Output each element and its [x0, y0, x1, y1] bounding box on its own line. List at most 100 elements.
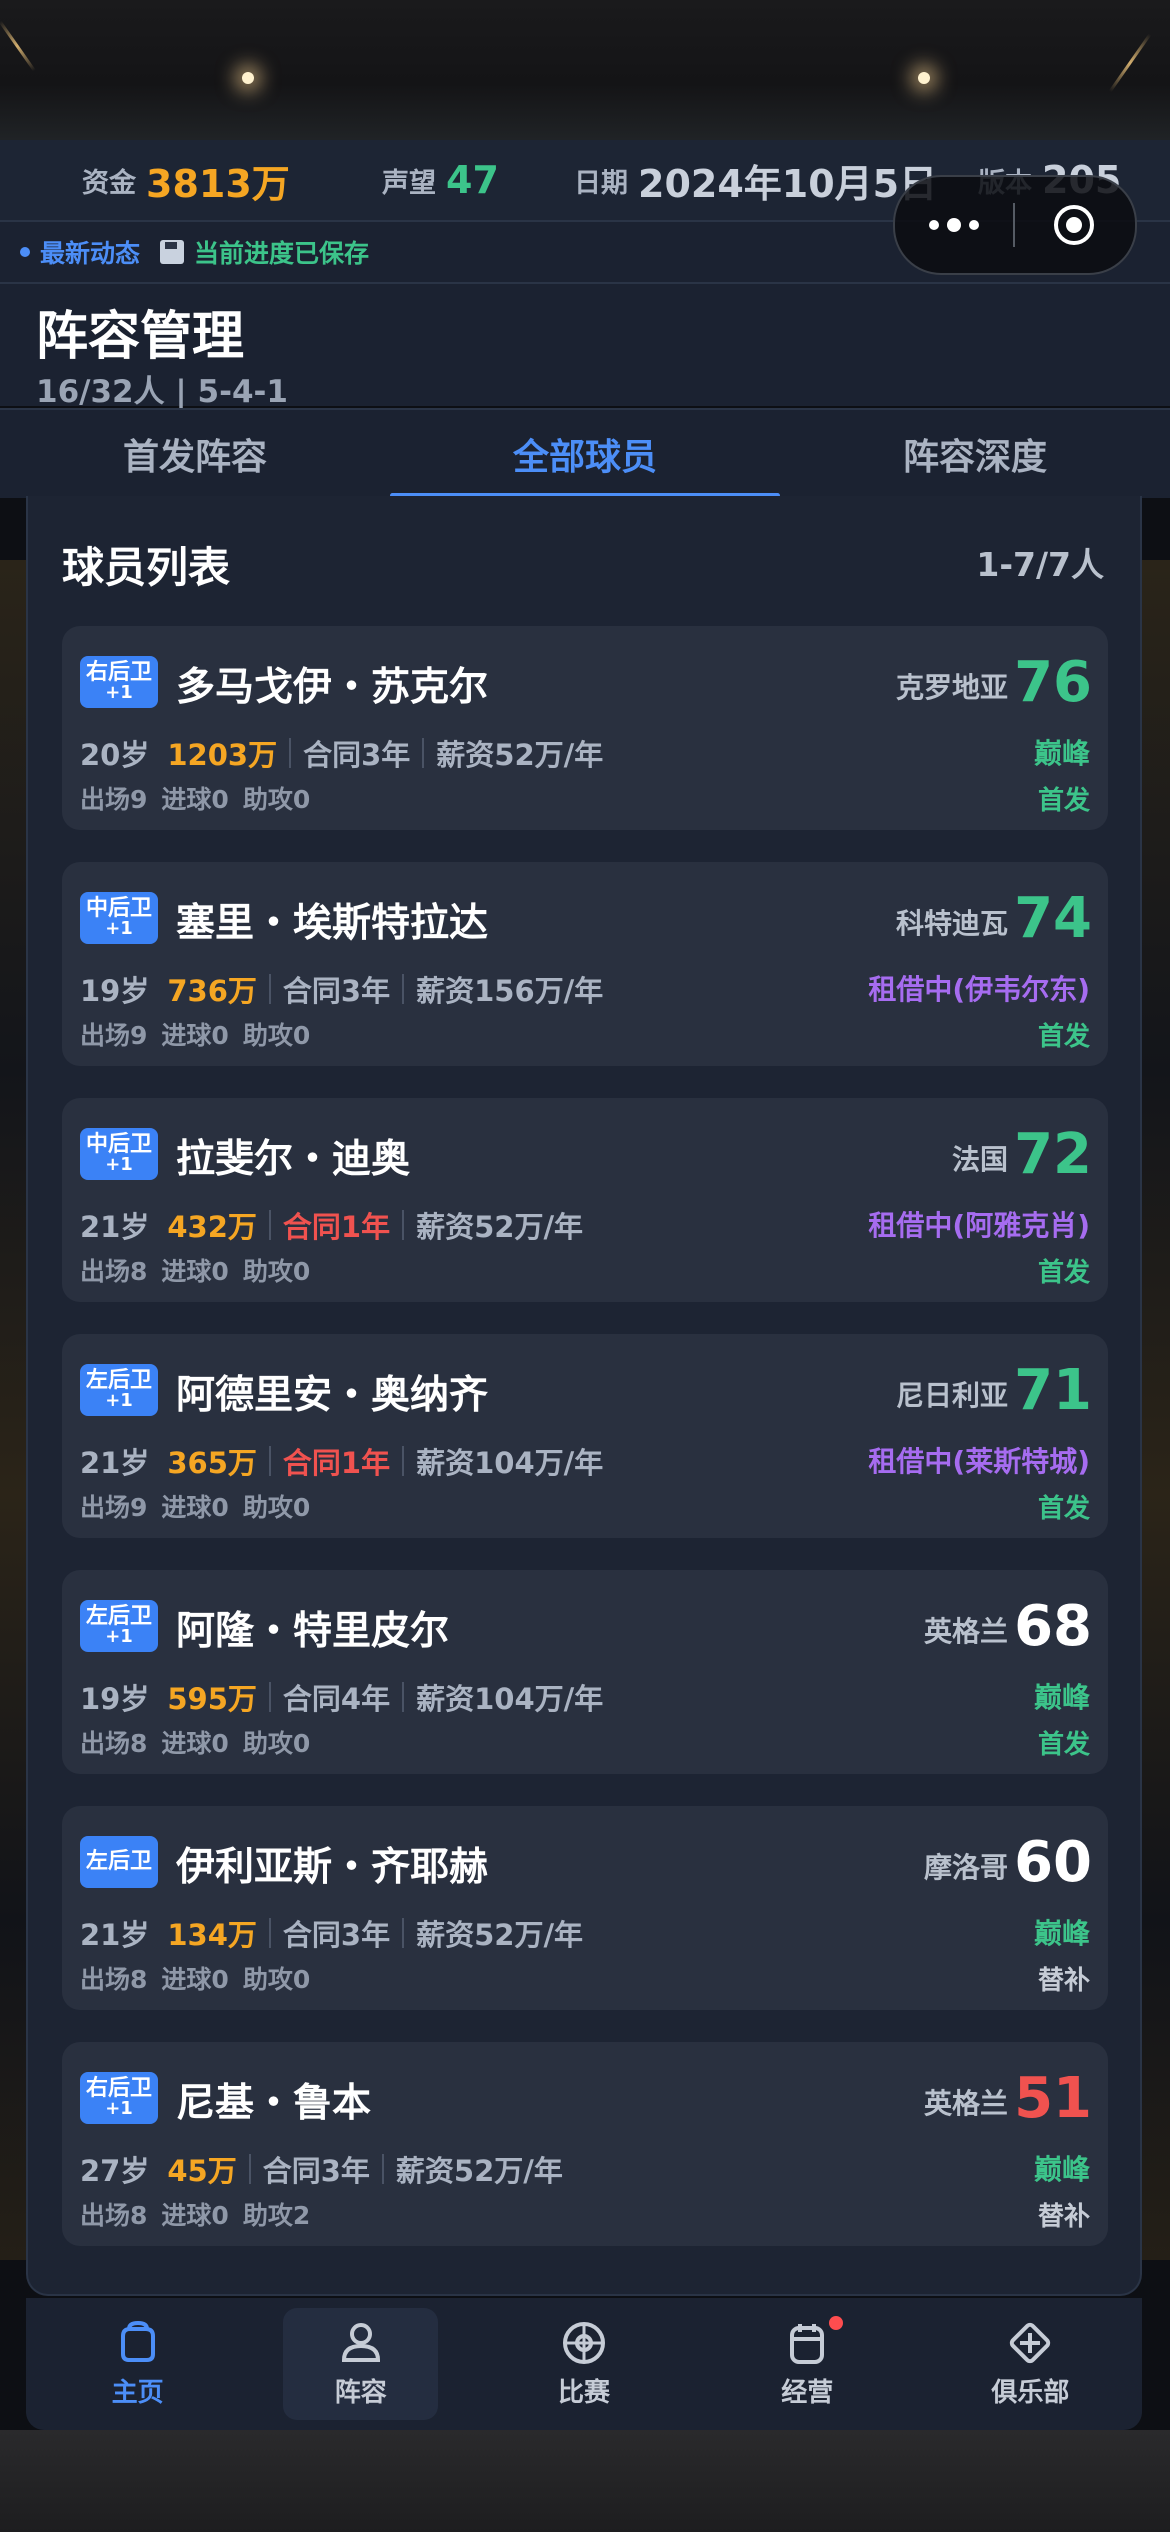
player-goals: 进球0 [161, 1965, 229, 1994]
player-age: 21岁 [80, 1918, 150, 1952]
nav-club-label: 俱乐部 [991, 2377, 1070, 2408]
player-status: 租借中(阿雅克肖) [868, 1209, 1090, 1242]
tab-starting-lineup[interactable]: 首发阵容 [0, 410, 390, 498]
position-badge: 右后卫 +1 [80, 656, 158, 708]
funds-stat: 资金 3813万 [82, 140, 290, 220]
more-options-icon[interactable] [895, 177, 1013, 273]
player-card[interactable]: 右后卫 +1 多马戈伊・苏克尔 克罗地亚 76 20岁 1203万 合同3年 薪资52万/年 巅峰… [62, 626, 1108, 830]
player-rating: 60 [1014, 1830, 1092, 1895]
news-link[interactable]: 最新动态 [40, 234, 140, 270]
player-status: 巅峰 [1033, 1681, 1090, 1714]
player-salary: 薪资52万/年 [416, 1918, 584, 1952]
position-label: 中后卫 [85, 896, 152, 921]
player-value: 736万 [167, 974, 257, 1008]
player-salary: 薪资104万/年 [416, 1446, 604, 1480]
player-stats-row: 出场9 进球0 助攻0 [80, 1016, 324, 1052]
player-role: 首发 [1037, 786, 1090, 816]
player-nationality: 摩洛哥 [923, 1851, 1008, 1884]
player-card[interactable]: 左后卫 +1 阿德里安・奥纳齐 尼日利亚 71 21岁 365万 合同1年 薪资104万/年 租借… [62, 1334, 1108, 1538]
player-rating: 71 [1014, 1358, 1092, 1423]
player-age: 19岁 [80, 1682, 150, 1716]
position-badge: 左后卫 +1 [80, 1600, 158, 1652]
player-assists: 助攻2 [242, 2201, 311, 2230]
date-stat: 日期 2024年10月5日 [574, 140, 937, 220]
player-info-row: 27岁 45万 合同3年 薪资52万/年 [80, 2148, 563, 2190]
player-contract: 合同1年 [282, 1210, 391, 1244]
divider [268, 974, 271, 1004]
player-name: 伊利亚斯・齐耶赫 [176, 1845, 489, 1890]
position-label: 中后卫 [85, 1132, 152, 1157]
divider [289, 738, 292, 768]
player-role: 替补 [1037, 1966, 1090, 1996]
divider [268, 1210, 271, 1240]
club-icon [1010, 2322, 1051, 2363]
background-ceiling [0, 0, 1170, 140]
position-badge: 中后卫 +1 [80, 1128, 158, 1180]
player-name: 阿德里安・奥纳齐 [176, 1373, 489, 1418]
position-plus: +1 [105, 1390, 133, 1412]
date-label: 日期 [574, 167, 628, 199]
player-goals: 进球0 [161, 1729, 229, 1758]
player-nationality: 英格兰 [923, 1615, 1008, 1648]
player-card[interactable]: 中后卫 +1 拉斐尔・迪奥 法国 72 21岁 432万 合同1年 薪资52万/年 租借中(阿雅克… [62, 1098, 1108, 1302]
player-role: 首发 [1037, 1494, 1090, 1524]
player-status: 租借中(伊韦尔东) [868, 973, 1090, 1006]
nav-match[interactable]: 比赛 [472, 2298, 695, 2430]
player-rating: 74 [1014, 886, 1092, 951]
player-card[interactable]: 左后卫 伊利亚斯・齐耶赫 摩洛哥 60 21岁 134万 合同3年 薪资52万/年 巅峰 出场8 进… [62, 1806, 1108, 2010]
bottom-nav: 主页 阵容 比赛 经营 俱乐部 [26, 2298, 1142, 2430]
player-nationality: 法国 [951, 1143, 1008, 1176]
position-label: 左后卫 [85, 1368, 152, 1393]
player-assists: 助攻0 [242, 1729, 311, 1758]
player-contract: 合同3年 [282, 974, 391, 1008]
player-name: 阿隆・特里皮尔 [176, 1609, 450, 1654]
player-goals: 进球0 [161, 785, 229, 814]
divider [268, 1682, 271, 1712]
tab-all-players[interactable]: 全部球员 [390, 410, 780, 498]
divider [402, 1446, 405, 1476]
position-label: 右后卫 [85, 2076, 152, 2101]
player-salary: 薪资52万/年 [395, 2154, 563, 2188]
player-info-row: 19岁 595万 合同4年 薪资104万/年 [80, 1676, 603, 1718]
player-stats-row: 出场8 进球0 助攻0 [80, 1724, 324, 1760]
nav-club[interactable]: 俱乐部 [919, 2298, 1142, 2430]
player-value: 595万 [167, 1682, 257, 1716]
player-contract: 合同1年 [282, 1446, 391, 1480]
save-icon [160, 240, 185, 264]
player-card[interactable]: 右后卫 +1 尼基・鲁本 英格兰 51 27岁 45万 合同3年 薪资52万/年 巅峰 出场8 进球0… [62, 2042, 1108, 2246]
position-plus: +1 [105, 918, 133, 940]
player-rating: 72 [1014, 1122, 1092, 1187]
funds-value: 3813万 [146, 161, 290, 206]
nav-business-label: 经营 [781, 2377, 834, 2408]
date-value: 2024年10月5日 [638, 161, 938, 206]
player-appearances: 出场9 [80, 1021, 148, 1050]
position-label: 左后卫 [85, 1604, 152, 1629]
player-salary: 薪资52万/年 [416, 1210, 584, 1244]
nav-business[interactable]: 经营 [696, 2298, 919, 2430]
player-appearances: 出场8 [80, 1729, 148, 1758]
player-value: 134万 [167, 1918, 257, 1952]
player-stats-row: 出场8 进球0 助攻0 [80, 1960, 324, 1996]
nav-home[interactable]: 主页 [26, 2298, 249, 2430]
player-card[interactable]: 中后卫 +1 塞里・埃斯特拉达 科特迪瓦 74 19岁 736万 合同3年 薪资156万/年 租借… [62, 862, 1108, 1066]
player-appearances: 出场8 [80, 2201, 148, 2230]
player-status: 巅峰 [1033, 2153, 1090, 2186]
squad-summary: 16/32人 | 5-4-1 [36, 374, 288, 410]
position-badge: 左后卫 [80, 1836, 158, 1888]
player-appearances: 出场8 [80, 1965, 148, 1994]
player-value: 1203万 [167, 738, 278, 772]
player-role: 首发 [1037, 1258, 1090, 1288]
player-nationality: 克罗地亚 [895, 671, 1008, 704]
background-floor [0, 2430, 1170, 2532]
tab-squad-depth[interactable]: 阵容深度 [780, 410, 1170, 498]
nav-match-label: 比赛 [558, 2377, 611, 2408]
player-age: 27岁 [80, 2154, 150, 2188]
nav-squad[interactable]: 阵容 [249, 2298, 472, 2430]
player-card[interactable]: 左后卫 +1 阿隆・特里皮尔 英格兰 68 19岁 595万 合同4年 薪资104万/年 巅峰 出场… [62, 1570, 1108, 1774]
player-nationality: 尼日利亚 [895, 1379, 1008, 1412]
tab-bar: 首发阵容 全部球员 阵容深度 [0, 408, 1170, 498]
close-miniprogram-icon[interactable] [1015, 177, 1133, 273]
player-appearances: 出场9 [80, 1493, 148, 1522]
player-rating: 76 [1014, 650, 1092, 715]
save-status: 当前进度已保存 [194, 239, 370, 268]
